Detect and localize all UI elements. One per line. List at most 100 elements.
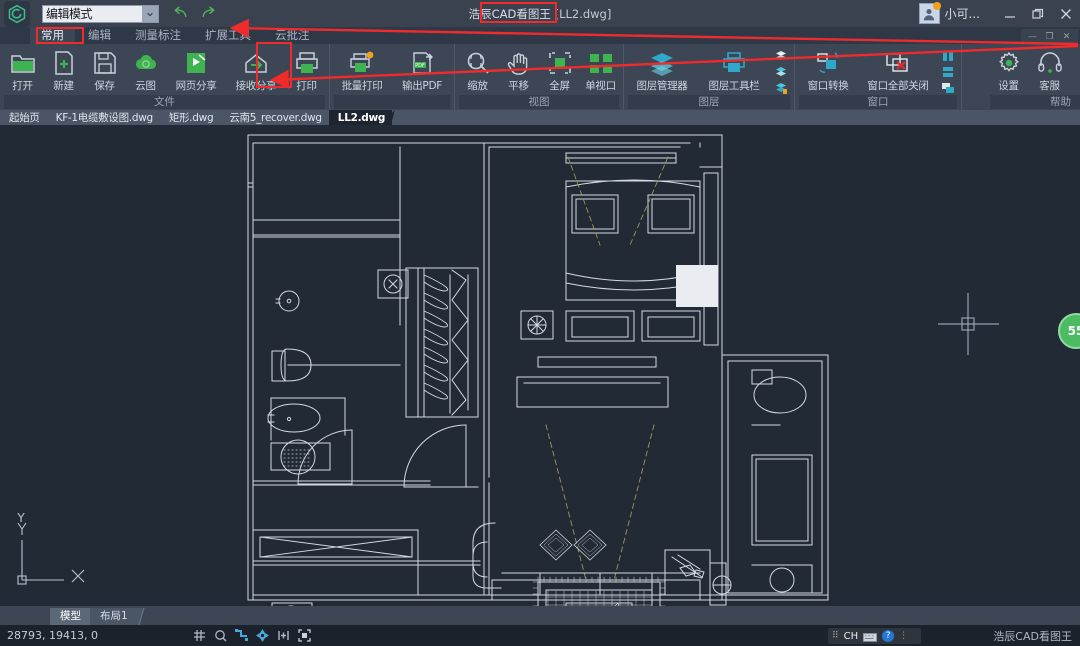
title-bar-right: 小可... (918, 0, 1080, 27)
export-pdf-label: 输出PDF (402, 80, 442, 92)
ribbon-tab-changyong[interactable]: 常用 (30, 27, 75, 44)
question-mark-icon[interactable]: ? (882, 630, 895, 642)
cloud-drawing-label: 云图 (135, 80, 156, 92)
window-switch-button[interactable]: 窗口转换 (797, 46, 859, 93)
layout-tab-bar: 模型 布局1 (0, 606, 1080, 625)
document-tab-kf1[interactable]: KF-1电缆敷设图.dwg (46, 110, 160, 125)
document-tab-ll2[interactable]: LL2.dwg (328, 110, 393, 125)
ribbon: 打开 新建 保存 云图 网页分享 接收分享 打印 文件 批量打印 PDF 输出P… (0, 44, 1080, 110)
cloud-drawing-button[interactable]: 云图 (125, 46, 166, 93)
document-tab-yunnan5[interactable]: 云南5_recover.dwg (220, 110, 329, 125)
open-label: 打开 (12, 80, 33, 92)
new-button[interactable]: 新建 (43, 46, 84, 93)
receive-share-button[interactable]: 接收分享 (226, 46, 286, 93)
save-floppy-icon (92, 49, 118, 76)
fullscreen-status-icon[interactable] (297, 629, 311, 643)
ribbon-group-batch-print-label (334, 95, 450, 109)
web-share-button[interactable]: 网页分享 (166, 46, 226, 93)
crosshair-cursor (938, 293, 999, 355)
layout-tab-layout1[interactable]: 布局1 (90, 608, 136, 625)
print-label: 打印 (296, 80, 317, 92)
fullscreen-icon (547, 49, 573, 76)
zoom-status-icon[interactable] (213, 629, 227, 643)
user-avatar-icon[interactable] (918, 2, 941, 24)
ribbon-tab-bianji[interactable]: 编辑 (77, 27, 122, 44)
ribbon-group-view-label: 视图 (459, 95, 619, 109)
edit-mode-select[interactable]: 编辑模式 (42, 4, 159, 23)
ribbon-tab-celiangbiaozhu[interactable]: 测量标注 (124, 27, 192, 44)
fullscreen-label: 全屏 (549, 80, 570, 92)
drawing-canvas[interactable]: Y 55 (0, 125, 1080, 606)
ime-language-bar[interactable]: ⠿ CH ? ⋮ (828, 628, 921, 644)
cad-viewer-window: 编辑模式 浩辰CAD看图王 [LL2.dwg] 小可... 常用 编辑 测量标注… (0, 0, 1080, 646)
app-logo-icon (4, 0, 30, 27)
ime-expand-handle[interactable]: ⋮ (899, 631, 908, 641)
status-tool-icons (192, 629, 311, 643)
single-viewport-button[interactable]: 单视口 (580, 46, 621, 93)
web-share-icon (183, 49, 209, 76)
cascade-windows-icon[interactable] (940, 81, 956, 95)
new-file-icon (51, 49, 77, 76)
status-bar: 28793, 19413, 0 ⠿ CH ? ⋮ 浩辰CAD看图王 (0, 625, 1080, 646)
zoom-icon (465, 49, 491, 76)
ribbon-group-help: 设置 客服 ? 帮助 (986, 44, 1080, 110)
layer-lock-icon[interactable] (773, 81, 789, 95)
osnap-icon[interactable] (255, 629, 269, 643)
pan-button[interactable]: 平移 (498, 46, 539, 93)
close-button[interactable] (1052, 0, 1080, 27)
support-button[interactable]: 客服 (1029, 46, 1070, 93)
ribbon-group-window-label: 窗口 (799, 95, 957, 109)
layer-off-icon[interactable] (773, 49, 789, 63)
ime-language-label[interactable]: CH (844, 631, 859, 642)
export-pdf-button[interactable]: PDF 输出PDF (392, 46, 452, 93)
web-share-label: 网页分享 (175, 80, 217, 92)
otrack-icon[interactable] (276, 629, 290, 643)
ribbon-tab-yunpizhu[interactable]: 云批注 (264, 27, 321, 44)
close-all-windows-button[interactable]: 窗口全部关闭 (859, 46, 937, 93)
close-all-windows-label: 窗口全部关闭 (867, 80, 929, 92)
zoom-button[interactable]: 缩放 (457, 46, 498, 93)
split-horizontal-icon[interactable] (940, 65, 956, 79)
ortho-icon[interactable] (234, 629, 248, 643)
new-label: 新建 (53, 80, 74, 92)
undo-arrow-icon[interactable] (173, 4, 188, 23)
fullscreen-button[interactable]: 全屏 (539, 46, 580, 93)
redo-arrow-icon[interactable] (201, 4, 216, 23)
split-vertical-icon[interactable] (940, 49, 956, 63)
ucs-icon (17, 522, 85, 585)
grid-snap-icon[interactable] (192, 629, 206, 643)
save-button[interactable]: 保存 (84, 46, 125, 93)
layer-toolbar-label: 图层工具栏 (708, 80, 760, 92)
account-name: 小可... (944, 7, 980, 21)
batch-print-button[interactable]: 批量打印 (332, 46, 392, 93)
chevron-down-icon[interactable] (142, 5, 158, 22)
ribbon-minimize-button[interactable]: — (1024, 32, 1041, 42)
help-button[interactable]: ? 帮助 (1070, 46, 1080, 93)
layer-toolbar-button[interactable]: 图层工具栏 (698, 46, 770, 93)
layer-manager-button[interactable]: 图层管理器 (626, 46, 698, 93)
print-button[interactable]: 打印 (286, 46, 327, 93)
batch-print-label: 批量打印 (341, 80, 383, 92)
keyboard-icon[interactable] (863, 627, 878, 646)
layout-tab-model[interactable]: 模型 (50, 608, 89, 625)
folder-open-icon (10, 49, 36, 76)
document-tab-start-page[interactable]: 起始页 (0, 110, 47, 125)
ribbon-maximize-button[interactable]: ❐ (1041, 32, 1058, 42)
open-button[interactable]: 打开 (2, 46, 43, 93)
save-label: 保存 (94, 80, 115, 92)
account-area[interactable]: 小可... (918, 2, 980, 24)
settings-button[interactable]: 设置 (988, 46, 1029, 93)
window-close-all-icon (885, 49, 911, 76)
layer-freeze-icon[interactable] (773, 65, 789, 79)
notification-dot (932, 2, 941, 10)
ribbon-window-buttons: — ❐ ✕ (1021, 29, 1078, 44)
ribbon-tab-kuozhangongju[interactable]: 扩展工具 (194, 27, 262, 44)
document-tab-rectangle[interactable]: 矩形.dwg (159, 110, 221, 125)
support-label: 客服 (1039, 80, 1060, 92)
ime-drag-handle[interactable]: ⠿ (832, 631, 839, 641)
minimize-button[interactable] (996, 0, 1024, 27)
export-pdf-icon: PDF (409, 49, 435, 76)
maximize-restore-button[interactable] (1024, 0, 1052, 27)
ribbon-tab-bar: 常用 编辑 测量标注 扩展工具 云批注 — ❐ ✕ (0, 27, 1080, 44)
ribbon-close-button[interactable]: ✕ (1058, 32, 1075, 42)
